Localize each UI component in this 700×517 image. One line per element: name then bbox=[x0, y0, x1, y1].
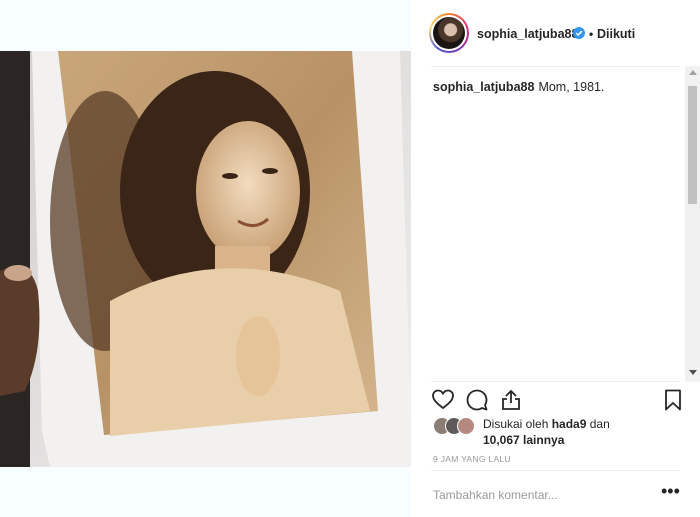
likes-and: dan bbox=[589, 417, 610, 431]
divider bbox=[431, 470, 679, 471]
separator-dot: • bbox=[589, 27, 594, 41]
caption-text: Mom, 1981. bbox=[538, 80, 605, 94]
likes-text: Disukai oleh hada9 dan 10,067 lainnya bbox=[483, 416, 610, 448]
comments-scrollbar[interactable] bbox=[685, 66, 700, 382]
action-bar bbox=[411, 384, 700, 414]
likes-count-link[interactable]: 10,067 lainnya bbox=[483, 433, 564, 447]
likes-summary: Disukai oleh hada9 dan 10,067 lainnya bbox=[433, 414, 683, 450]
add-comment-input[interactable] bbox=[431, 484, 655, 506]
scroll-up-arrow-icon[interactable] bbox=[689, 70, 697, 75]
post-header: sophia_latjuba88 • Diikuti bbox=[411, 0, 700, 66]
liker-avatar[interactable] bbox=[457, 417, 475, 435]
divider bbox=[431, 381, 679, 382]
share-icon[interactable] bbox=[499, 388, 523, 412]
likes-prefix: Disukai oleh bbox=[483, 417, 549, 431]
more-options-icon[interactable]: ••• bbox=[661, 482, 680, 504]
likes-user-link[interactable]: hada9 bbox=[552, 417, 587, 431]
scroll-down-arrow-icon[interactable] bbox=[689, 370, 697, 375]
post-timestamp[interactable]: 9 JAM YANG LALU bbox=[433, 454, 511, 464]
scroll-thumb[interactable] bbox=[688, 86, 697, 204]
bookmark-icon[interactable] bbox=[661, 388, 685, 412]
verified-badge-icon bbox=[573, 27, 585, 39]
post-caption: sophia_latjuba88 Mom, 1981. bbox=[433, 79, 604, 95]
comment-bubble-icon[interactable] bbox=[465, 388, 489, 412]
avatar-image bbox=[433, 17, 465, 49]
caption-username[interactable]: sophia_latjuba88 bbox=[433, 80, 534, 94]
heart-icon[interactable] bbox=[431, 388, 455, 412]
divider bbox=[431, 66, 679, 67]
post-photo[interactable] bbox=[0, 51, 411, 467]
follow-status-button[interactable]: Diikuti bbox=[597, 27, 635, 41]
avatar-frame bbox=[431, 15, 467, 51]
photo-pane bbox=[0, 0, 411, 517]
username-link[interactable]: sophia_latjuba88 bbox=[477, 27, 578, 41]
post-details-pane: sophia_latjuba88 • Diikuti sophia_latjub… bbox=[411, 0, 700, 517]
avatar[interactable] bbox=[429, 13, 469, 53]
